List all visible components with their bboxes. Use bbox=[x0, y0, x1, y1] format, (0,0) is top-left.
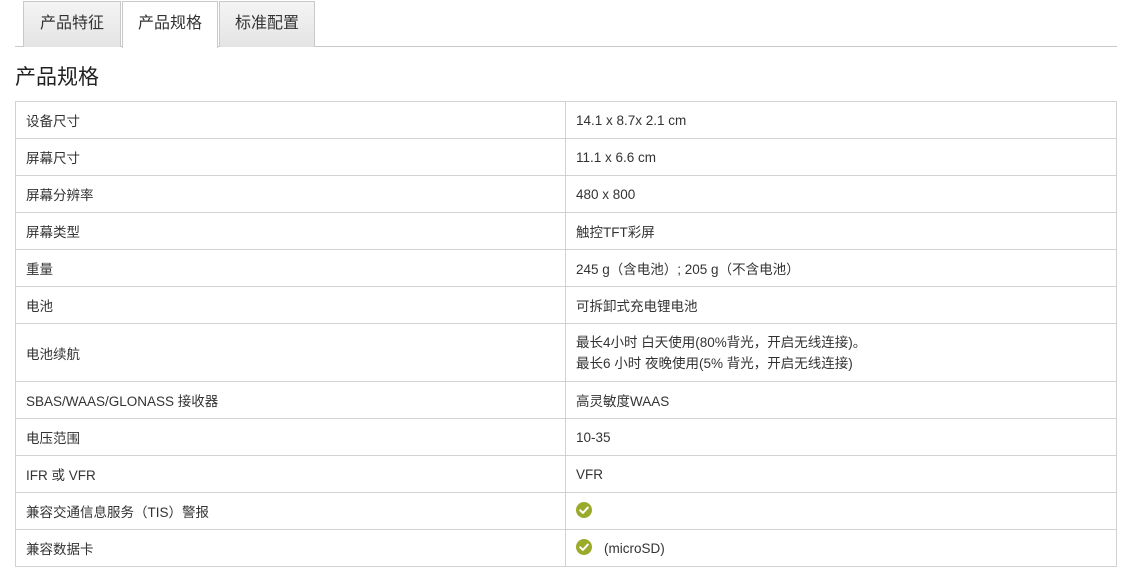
spec-value: 触控TFT彩屏 bbox=[565, 212, 1117, 250]
spec-value: 245 g（含电池）; 205 g（不含电池） bbox=[565, 249, 1117, 287]
table-row: IFR 或 VFR VFR bbox=[15, 455, 1117, 493]
spec-key: 屏幕类型 bbox=[15, 212, 566, 250]
check-circle-icon bbox=[576, 502, 592, 519]
spec-value-line: 最长4小时 白天使用(80%背光，开启无线连接)。 bbox=[576, 334, 867, 350]
spec-key: 重量 bbox=[15, 249, 566, 287]
spec-key: 电池续航 bbox=[15, 323, 566, 382]
spec-key: SBAS/WAAS/GLONASS 接收器 bbox=[15, 381, 566, 419]
spec-value-line: 最长6 小时 夜晚使用(5% 背光，开启无线连接) bbox=[576, 355, 853, 371]
table-row: 屏幕类型 触控TFT彩屏 bbox=[15, 212, 1117, 250]
spec-key: 兼容数据卡 bbox=[15, 529, 566, 567]
tab-product-specs[interactable]: 产品规格 bbox=[122, 1, 218, 48]
tab-product-features[interactable]: 产品特征 bbox=[23, 1, 121, 47]
spec-value-suffix: (microSD) bbox=[604, 540, 665, 556]
table-row: 兼容数据卡 (microSD) bbox=[15, 529, 1117, 567]
spec-key: IFR 或 VFR bbox=[15, 455, 566, 493]
spec-key: 电池 bbox=[15, 286, 566, 324]
spec-key: 兼容交通信息服务（TIS）警报 bbox=[15, 492, 566, 530]
spec-key: 电压范围 bbox=[15, 418, 566, 456]
table-row: 电池续航 最长4小时 白天使用(80%背光，开启无线连接)。 最长6 小时 夜晚… bbox=[15, 323, 1117, 382]
section-title: 产品规格 bbox=[15, 66, 99, 89]
spec-value: 480 x 800 bbox=[565, 175, 1117, 213]
spec-value: 14.1 x 8.7x 2.1 cm bbox=[565, 101, 1117, 139]
spec-table: 设备尺寸 14.1 x 8.7x 2.1 cm 屏幕尺寸 11.1 x 6.6 … bbox=[15, 101, 1117, 567]
table-row: 设备尺寸 14.1 x 8.7x 2.1 cm bbox=[15, 101, 1117, 139]
spec-value: 可拆卸式充电锂电池 bbox=[565, 286, 1117, 324]
tab-bar: 产品特征 产品规格 标准配置 bbox=[15, 0, 1117, 48]
spec-value: 10-35 bbox=[565, 418, 1117, 456]
spec-key: 屏幕分辨率 bbox=[15, 175, 566, 213]
spec-key: 屏幕尺寸 bbox=[15, 138, 566, 176]
table-row: 兼容交通信息服务（TIS）警报 bbox=[15, 492, 1117, 530]
table-row: SBAS/WAAS/GLONASS 接收器 高灵敏度WAAS bbox=[15, 381, 1117, 419]
table-row: 屏幕分辨率 480 x 800 bbox=[15, 175, 1117, 213]
table-row: 屏幕尺寸 11.1 x 6.6 cm bbox=[15, 138, 1117, 176]
tab-standard-config[interactable]: 标准配置 bbox=[219, 1, 315, 47]
table-row: 电池 可拆卸式充电锂电池 bbox=[15, 286, 1117, 324]
spec-value: (microSD) bbox=[565, 529, 1117, 567]
spec-value: VFR bbox=[565, 455, 1117, 493]
check-circle-icon bbox=[576, 539, 592, 556]
spec-value: 最长4小时 白天使用(80%背光，开启无线连接)。 最长6 小时 夜晚使用(5%… bbox=[565, 323, 1117, 382]
table-row: 电压范围 10-35 bbox=[15, 418, 1117, 456]
spec-key: 设备尺寸 bbox=[15, 101, 566, 139]
spec-value: 11.1 x 6.6 cm bbox=[565, 138, 1117, 176]
spec-value bbox=[565, 492, 1117, 530]
table-row: 重量 245 g（含电池）; 205 g（不含电池） bbox=[15, 249, 1117, 287]
spec-value: 高灵敏度WAAS bbox=[565, 381, 1117, 419]
